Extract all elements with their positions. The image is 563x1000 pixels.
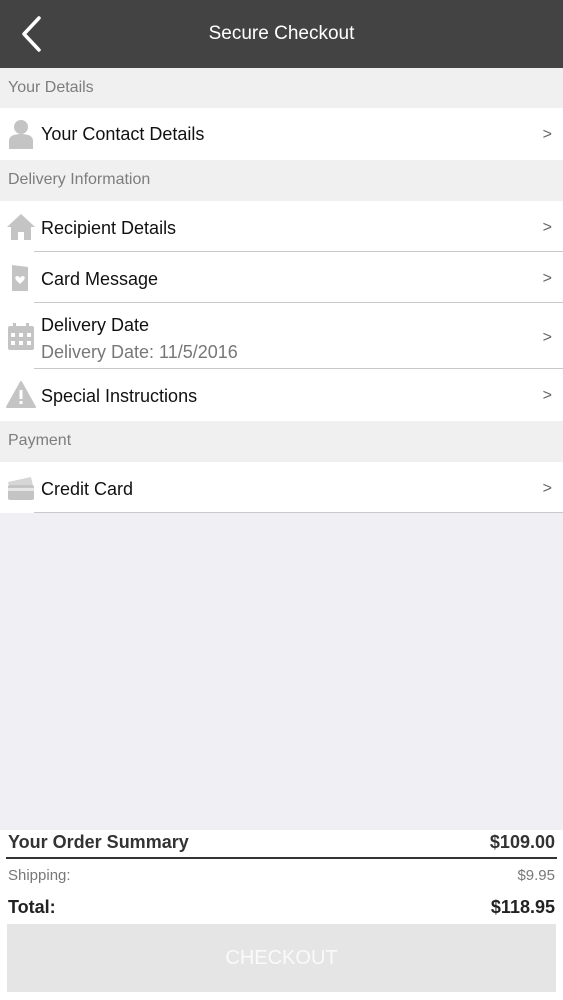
row-label: Recipient Details (41, 218, 177, 238)
chevron-right-icon: > (542, 329, 552, 346)
calendar-icon (8, 323, 34, 350)
shipping-line: Shipping: $9.95 (8, 867, 555, 884)
section-header-label: Delivery Information (8, 171, 151, 188)
checkout-button[interactable]: CHECKOUT (7, 924, 556, 992)
shipping-value: $9.95 (517, 867, 555, 884)
section-header-delivery-information: Delivery Information (0, 160, 563, 200)
row-label: Card Message (41, 269, 159, 289)
credit-card-icon (8, 477, 34, 500)
section-header-label: Payment (8, 432, 72, 449)
chevron-right-icon: > (542, 387, 552, 404)
total-line: Total: $118.95 (8, 897, 555, 918)
chevron-right-icon: > (542, 480, 552, 497)
row-divider (34, 512, 563, 513)
chevron-right-icon: > (542, 219, 552, 236)
delivery-date-row[interactable]: Delivery Date Delivery Date: 11/5/2016 > (0, 303, 563, 369)
special-instructions-row[interactable]: Special Instructions > (0, 369, 563, 421)
person-icon (9, 120, 33, 149)
shipping-label: Shipping: (8, 867, 71, 884)
subtotal-value: $109.00 (489, 832, 555, 852)
house-icon (7, 214, 35, 240)
row-label: Delivery Date (41, 315, 150, 335)
row-label: Your Contact Details (41, 124, 205, 144)
contact-details-row[interactable]: Your Contact Details > (0, 108, 563, 160)
credit-card-row[interactable]: Credit Card > (0, 462, 563, 513)
card-heart-icon (12, 265, 28, 291)
card-message-row[interactable]: Card Message > (0, 252, 563, 303)
delivery-date-value: Delivery Date: 11/5/2016 (41, 342, 238, 362)
order-summary-title: Your Order Summary (8, 832, 189, 852)
summary-divider (6, 857, 557, 859)
total-label: Total: (8, 897, 56, 917)
row-label: Special Instructions (41, 386, 198, 406)
page-title: Secure Checkout (208, 23, 355, 44)
section-header-label: Your Details (8, 79, 94, 96)
chevron-right-icon: > (542, 270, 552, 287)
warning-icon (6, 381, 36, 408)
order-summary-header: Your Order Summary $109.00 (8, 832, 555, 853)
row-label: Credit Card (41, 479, 134, 499)
total-value: $118.95 (490, 897, 555, 917)
navigation-bar: Secure Checkout (0, 0, 563, 68)
chevron-right-icon: > (542, 126, 552, 143)
recipient-details-row[interactable]: Recipient Details > (0, 201, 563, 252)
section-header-your-details: Your Details (0, 68, 563, 108)
section-header-payment: Payment (0, 421, 563, 461)
